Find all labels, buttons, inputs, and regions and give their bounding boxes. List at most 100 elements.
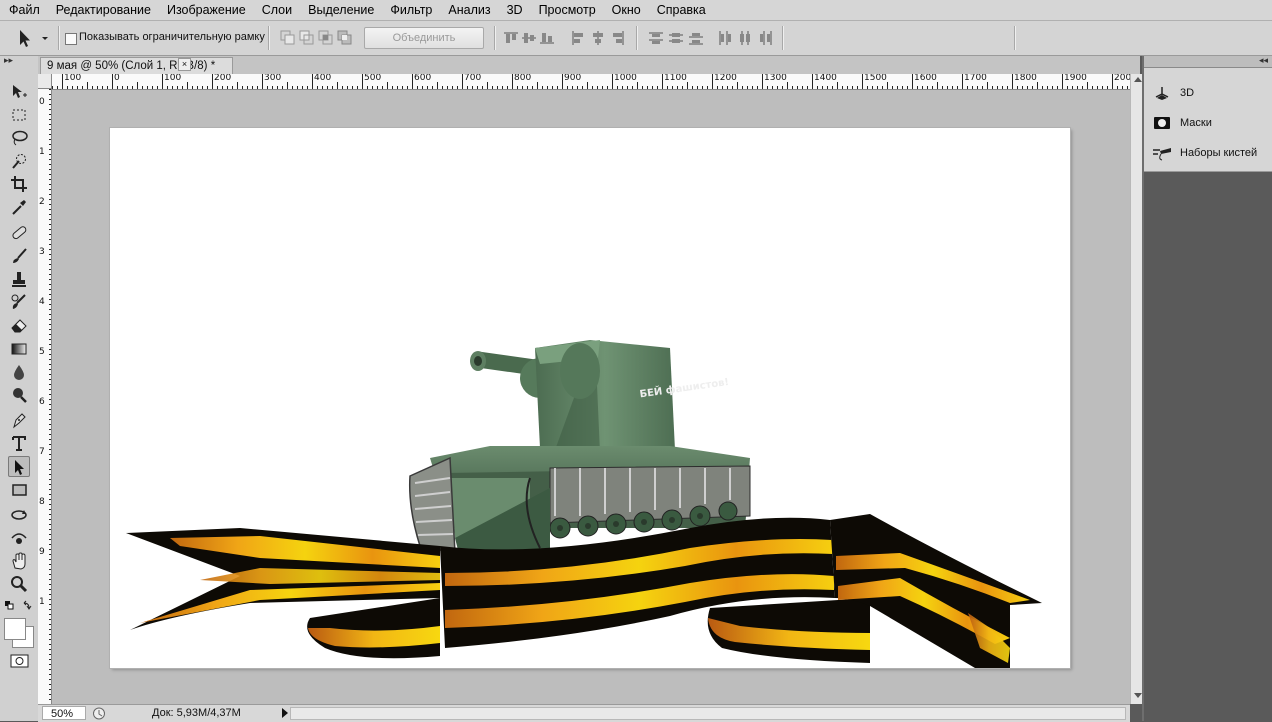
ribbon-back-right — [707, 598, 870, 663]
gradient-icon — [11, 343, 27, 355]
move-tool-icon — [13, 85, 27, 98]
ruler-origin[interactable] — [38, 74, 52, 89]
rectangle-tool[interactable] — [8, 480, 30, 500]
menu-item[interactable]: Окно — [604, 0, 649, 20]
scroll-up-icon[interactable] — [1134, 77, 1142, 82]
brush-tool[interactable] — [8, 246, 30, 266]
combine-button[interactable]: Объединить — [364, 27, 484, 49]
hand-tool[interactable] — [8, 551, 30, 571]
eyedropper-tool[interactable] — [8, 197, 30, 217]
status-menu-arrow-icon[interactable] — [282, 708, 288, 718]
menu-item[interactable]: 3D — [499, 0, 531, 20]
zoom-icon — [11, 576, 28, 593]
dock-empty-area — [1144, 172, 1272, 721]
align-top-icon[interactable] — [503, 30, 519, 46]
ruler-label: 1000 — [614, 74, 637, 83]
shape-exclude-icon[interactable] — [337, 30, 353, 46]
ruler-label: 3 — [39, 247, 45, 257]
show-bounding-box-checkbox[interactable] — [65, 33, 77, 45]
ruler-label: 1200 — [714, 74, 737, 83]
ruler-label: 9 — [39, 547, 45, 557]
crop-tool[interactable] — [8, 174, 30, 194]
shape-subtract-icon[interactable] — [299, 30, 315, 46]
close-document-icon[interactable]: × — [178, 58, 191, 71]
align-left-icon[interactable] — [570, 30, 586, 46]
path-selection-icon — [15, 459, 24, 475]
quick-select-tool[interactable] — [8, 151, 30, 171]
shape-add-icon[interactable] — [280, 30, 296, 46]
zoom-level-field[interactable]: 50% — [42, 706, 86, 720]
healing-brush-tool[interactable] — [8, 223, 30, 243]
menu-item[interactable]: Выделение — [300, 0, 382, 20]
menu-item[interactable]: Анализ — [440, 0, 498, 20]
history-brush-icon — [11, 294, 26, 309]
history-brush-tool[interactable] — [8, 292, 30, 312]
crop-icon — [11, 176, 27, 192]
move-tool[interactable] — [8, 82, 30, 102]
profile-icon[interactable] — [92, 707, 106, 720]
zoom-tool[interactable] — [8, 574, 30, 594]
panel-brush-presets[interactable]: Наборы кистей — [1152, 141, 1270, 165]
menu-item[interactable]: Справка — [649, 0, 714, 20]
pen-tool[interactable] — [8, 410, 30, 430]
distribute-bottom-icon[interactable] — [688, 30, 704, 46]
ruler-label: 8 — [39, 497, 45, 507]
horizontal-scrollbar[interactable] — [290, 707, 1126, 720]
eraser-tool[interactable] — [8, 315, 30, 335]
distribute-vcenter-icon[interactable] — [668, 30, 684, 46]
3d-rotate-tool[interactable] — [8, 505, 30, 525]
gradient-tool[interactable] — [8, 339, 30, 359]
clone-stamp-tool[interactable] — [8, 269, 30, 289]
ruler-label: 100 — [164, 74, 182, 83]
align-right-icon[interactable] — [610, 30, 626, 46]
3d-rotate-icon — [11, 510, 27, 520]
distribute-right-icon[interactable] — [757, 30, 773, 46]
menu-item[interactable]: Слои — [254, 0, 300, 20]
ruler-label: 6 — [39, 397, 45, 407]
3d-orbit-tool[interactable] — [8, 528, 30, 548]
distribute-hcenter-icon[interactable] — [737, 30, 753, 46]
eraser-icon — [11, 319, 27, 333]
align-vcenter-icon[interactable] — [521, 30, 537, 46]
quick-mask-icon[interactable] — [10, 654, 30, 668]
align-bottom-icon[interactable] — [539, 30, 555, 46]
horizontal-ruler[interactable]: 100 0 100 200 300 400 500 600 700 800 900 1000 1100 1… — [52, 74, 1130, 90]
distribute-top-icon[interactable] — [648, 30, 664, 46]
menu-item[interactable]: Просмотр — [531, 0, 604, 20]
menu-item[interactable]: Файл — [0, 0, 48, 20]
ruler-label: 200 — [214, 74, 232, 83]
menu-bar: Файл Редактирование Изображение Слои Выделен… — [0, 0, 1272, 21]
lasso-tool[interactable] — [8, 128, 30, 148]
blur-tool[interactable] — [8, 362, 30, 382]
menu-item[interactable]: Фильтр — [382, 0, 440, 20]
menu-item[interactable]: Изображение — [159, 0, 254, 20]
marquee-tool[interactable] — [8, 105, 30, 125]
default-colors-icon[interactable] — [4, 600, 34, 614]
options-bar: Показывать ограничительную рамку Объедин… — [0, 21, 1272, 56]
foreground-color-swatch-top[interactable] — [4, 618, 26, 640]
dodge-tool[interactable] — [8, 385, 30, 405]
document-tab-bar: 9 мая @ 50% (Слой 1, RGB/8) * — [38, 56, 1140, 75]
type-tool[interactable] — [8, 433, 30, 453]
distribute-left-icon[interactable] — [717, 30, 733, 46]
shape-intersect-icon[interactable] — [318, 30, 334, 46]
path-selection-tool[interactable] — [8, 456, 30, 477]
align-hcenter-icon[interactable] — [590, 30, 606, 46]
panel-brush-presets-label: Наборы кистей — [1180, 147, 1258, 159]
collapse-toolbox-icon[interactable]: ▸▸ — [4, 55, 13, 66]
masks-icon — [1154, 117, 1170, 129]
ruler-label: 5 — [39, 347, 45, 357]
menu-item[interactable]: Редактирование — [48, 0, 159, 20]
document-tab[interactable]: 9 мая @ 50% (Слой 1, RGB/8) * — [40, 57, 233, 74]
ruler-label: 1 — [39, 147, 45, 157]
panel-dock-header[interactable]: ◂◂ — [1144, 55, 1272, 68]
scroll-down-icon[interactable] — [1134, 693, 1142, 698]
brush-presets-icon — [1153, 148, 1171, 161]
quick-select-icon — [12, 154, 26, 169]
panel-masks[interactable]: Маски — [1152, 111, 1270, 135]
document-canvas[interactable]: БЕЙ фашистов! — [110, 128, 1070, 668]
vertical-ruler[interactable]: 0 1 2 3 4 5 6 7 8 9 1 — [38, 89, 52, 704]
tool-preset-picker[interactable] — [8, 26, 52, 50]
panel-3d[interactable]: 3D — [1152, 81, 1270, 105]
expand-panels-icon[interactable]: ◂◂ — [1259, 55, 1268, 66]
